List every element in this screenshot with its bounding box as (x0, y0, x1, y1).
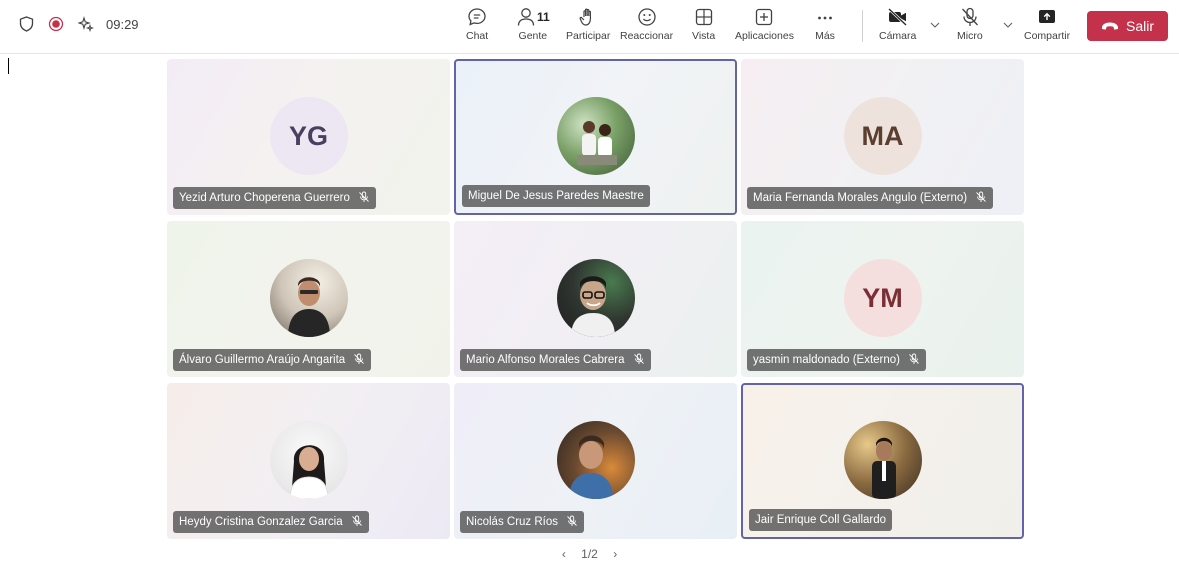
participant-name: Heydy Cristina Gonzalez Garcia (179, 516, 343, 528)
shield-icon (18, 16, 34, 32)
smiley-icon (636, 4, 658, 30)
participant-tile[interactable]: MA Maria Fernanda Morales Angulo (Extern… (741, 59, 1024, 215)
participant-tile[interactable]: YM yasmin maldonado (Externo) (741, 221, 1024, 377)
participant-tile[interactable]: Álvaro Guillermo Araújo Angarita (167, 221, 450, 377)
meeting-toolbar: 09:29 Chat 11 Gente Participar Reacciona… (0, 0, 1179, 54)
participant-name-tag: Yezid Arturo Choperena Guerrero (173, 187, 376, 209)
camera-button[interactable]: Cámara (879, 4, 916, 50)
more-button[interactable]: Más (815, 4, 835, 50)
participant-name-tag: Nicolás Cruz Ríos (460, 511, 585, 533)
gallery-pager: ‹ 1/2 › (0, 547, 1179, 561)
leave-label: Salir (1125, 18, 1154, 34)
participant-name: Miguel De Jesus Paredes Maestre (468, 190, 644, 202)
participant-tile[interactable]: Nicolás Cruz Ríos (454, 383, 737, 539)
participant-name: yasmin maldonado (Externo) (753, 354, 901, 366)
initials-avatar: YG (269, 97, 348, 175)
view-label: Vista (692, 30, 716, 42)
raise-hand-button[interactable]: Participar (566, 4, 610, 50)
apps-label: Aplicaciones (735, 30, 794, 42)
hand-icon (578, 4, 598, 30)
react-button[interactable]: Reaccionar (620, 4, 673, 50)
participant-name-tag: Mario Alfonso Morales Cabrera (460, 349, 651, 371)
mic-off-icon (959, 4, 981, 30)
grid-view-icon (694, 4, 714, 30)
camera-options-chevron[interactable] (929, 18, 941, 30)
share-label: Compartir (1024, 30, 1071, 42)
participant-name: Mario Alfonso Morales Cabrera (466, 354, 625, 366)
participant-name-tag: Heydy Cristina Gonzalez Garcia (173, 511, 369, 533)
hang-up-icon (1101, 18, 1119, 34)
apps-button[interactable]: Aplicaciones (735, 4, 794, 50)
participant-name: Nicolás Cruz Ríos (466, 516, 559, 528)
mic-options-chevron[interactable] (1002, 18, 1014, 30)
people-count: 11 (537, 10, 550, 24)
participant-name-tag: Miguel De Jesus Paredes Maestre (462, 185, 650, 207)
people-icon: 11 (516, 4, 550, 30)
profile-photo (269, 421, 348, 499)
participant-tile-speaking[interactable]: Miguel De Jesus Paredes Maestre (454, 59, 737, 215)
participant-name: Maria Fernanda Morales Angulo (Externo) (753, 192, 968, 204)
view-button[interactable]: Vista (692, 4, 715, 50)
react-label: Reaccionar (620, 30, 674, 42)
profile-photo (556, 259, 635, 337)
chevron-right-icon[interactable]: › (613, 547, 617, 561)
participant-name: Álvaro Guillermo Araújo Angarita (179, 354, 346, 366)
mic-off-icon (975, 191, 987, 206)
more-label: Más (815, 30, 835, 42)
profile-photo (269, 259, 348, 337)
participant-name-tag: Maria Fernanda Morales Angulo (Externo) (747, 187, 994, 209)
chevron-down-icon (1003, 15, 1013, 33)
initials-avatar: MA (843, 97, 922, 175)
profile-photo (556, 421, 635, 499)
mic-off-icon (358, 191, 370, 206)
raise-hand-label: Participar (566, 30, 611, 42)
participant-tile-speaking[interactable]: Jair Enrique Coll Gallardo (741, 383, 1024, 539)
recording-icon (48, 16, 64, 32)
participant-name-tag: yasmin maldonado (Externo) (747, 349, 927, 371)
chat-icon (466, 4, 488, 30)
text-cursor (8, 58, 9, 74)
chat-button[interactable]: Chat (466, 4, 488, 50)
mic-label: Micro (957, 30, 983, 42)
camera-off-icon (886, 4, 910, 30)
participant-name-tag: Jair Enrique Coll Gallardo (749, 509, 893, 531)
participant-name: Jair Enrique Coll Gallardo (755, 514, 887, 526)
participant-name-tag: Álvaro Guillermo Araújo Angarita (173, 349, 372, 371)
mic-off-icon (351, 515, 363, 530)
meeting-status: 09:29 (18, 16, 139, 32)
more-icon (815, 4, 835, 30)
initials-avatar: YM (843, 259, 922, 337)
mic-button[interactable]: Micro (957, 4, 983, 50)
add-app-icon (754, 4, 774, 30)
camera-label: Cámara (879, 30, 917, 42)
page-indicator: 1/2 (581, 547, 598, 561)
chevron-down-icon (930, 15, 940, 33)
mic-off-icon (633, 353, 645, 368)
share-screen-icon (1036, 4, 1058, 30)
chevron-left-icon[interactable]: ‹ (562, 547, 566, 561)
participant-tile[interactable]: YG Yezid Arturo Choperena Guerrero (167, 59, 450, 215)
leave-button[interactable]: Salir (1087, 11, 1168, 41)
people-button[interactable]: 11 Gente (516, 4, 550, 50)
mic-off-icon (566, 515, 578, 530)
toolbar-divider (862, 10, 863, 42)
mic-off-icon (353, 353, 365, 368)
meeting-timer: 09:29 (106, 16, 139, 32)
sparkle-icon (78, 16, 94, 32)
people-label: Gente (518, 30, 548, 42)
participant-tile[interactable]: Heydy Cristina Gonzalez Garcia (167, 383, 450, 539)
share-button[interactable]: Compartir (1024, 4, 1070, 50)
profile-photo (843, 421, 922, 499)
chat-label: Chat (466, 30, 489, 42)
mic-off-icon (908, 353, 920, 368)
participant-tile[interactable]: Mario Alfonso Morales Cabrera (454, 221, 737, 377)
profile-photo (556, 97, 635, 175)
participant-name: Yezid Arturo Choperena Guerrero (179, 192, 350, 204)
